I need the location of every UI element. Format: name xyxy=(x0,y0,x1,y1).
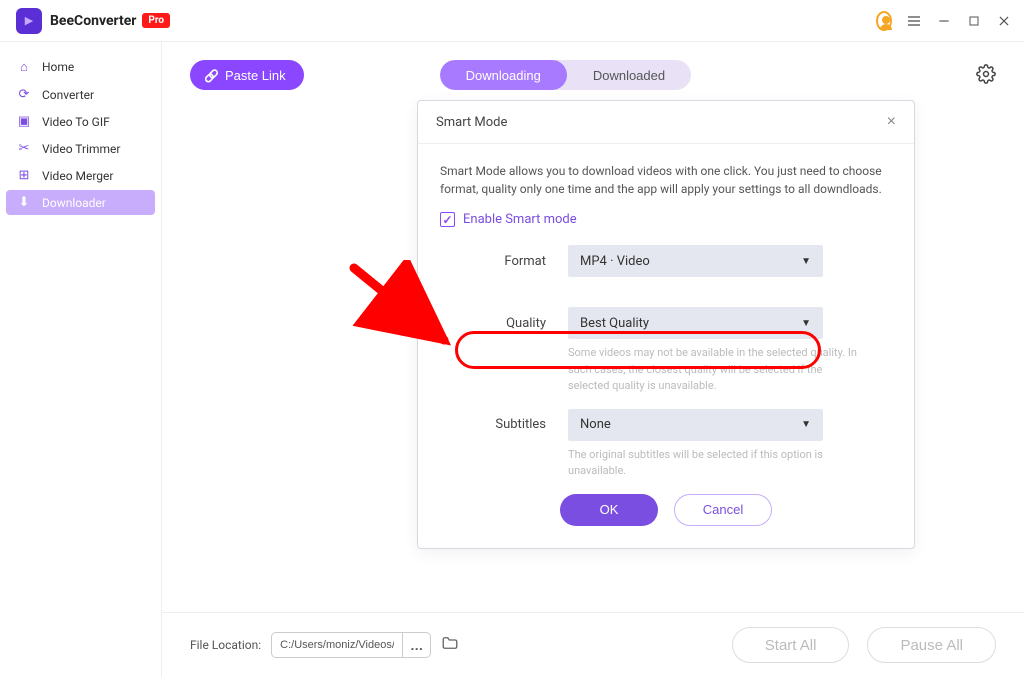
chevron-down-icon: ▼ xyxy=(801,318,811,329)
enable-smart-mode-checkbox[interactable]: ✓ xyxy=(440,212,455,227)
sidebar-item-label: Video Trimmer xyxy=(42,142,120,156)
gif-icon: ▣ xyxy=(16,114,32,129)
subtitles-help-text: The original subtitles will be selected … xyxy=(568,447,858,480)
dialog-description: Smart Mode allows you to download videos… xyxy=(440,162,892,198)
sidebar-item-video-to-gif[interactable]: ▣ Video To GIF xyxy=(6,109,155,134)
enable-smart-mode-label: Enable Smart mode xyxy=(463,212,577,227)
quality-select[interactable]: Best Quality ▼ xyxy=(568,307,823,339)
sidebar-item-label: Video Merger xyxy=(42,169,113,183)
file-location-more-button[interactable]: … xyxy=(402,633,430,657)
sidebar-item-video-trimmer[interactable]: ✂ Video Trimmer xyxy=(6,136,155,161)
path-box: … xyxy=(271,632,431,658)
sidebar-item-home[interactable]: ⌂ Home xyxy=(6,54,155,80)
dialog-close-button[interactable]: × xyxy=(887,113,896,131)
subtitles-label: Subtitles xyxy=(440,417,568,432)
menu-icon[interactable] xyxy=(906,13,922,29)
sidebar-item-label: Video To GIF xyxy=(42,115,110,129)
start-all-button[interactable]: Start All xyxy=(732,627,850,663)
account-icon[interactable] xyxy=(876,13,892,29)
format-label: Format xyxy=(440,254,568,269)
minimize-icon[interactable] xyxy=(936,13,952,29)
settings-button[interactable] xyxy=(976,64,996,87)
link-icon xyxy=(204,68,219,83)
subtitles-select[interactable]: None ▼ xyxy=(568,409,823,441)
app-logo-icon xyxy=(16,8,42,34)
tab-downloaded[interactable]: Downloaded xyxy=(567,60,691,90)
maximize-icon[interactable] xyxy=(966,13,982,29)
content-panel: Paste Link Downloading Downloaded File L… xyxy=(162,42,1024,677)
file-location-input[interactable] xyxy=(272,639,402,651)
gear-icon xyxy=(976,64,996,84)
pause-all-button[interactable]: Pause All xyxy=(867,627,996,663)
subtitles-value: None xyxy=(580,417,611,432)
download-icon: ⬇ xyxy=(16,195,32,210)
sidebar-item-video-merger[interactable]: ⊞ Video Merger xyxy=(6,163,155,188)
download-tabs: Downloading Downloaded xyxy=(440,60,691,90)
merger-icon: ⊞ xyxy=(16,168,32,183)
sidebar-item-label: Converter xyxy=(42,88,94,102)
converter-icon: ⟳ xyxy=(16,87,32,102)
cancel-button[interactable]: Cancel xyxy=(674,494,772,526)
open-folder-icon[interactable] xyxy=(441,634,459,656)
format-value: MP4 · Video xyxy=(580,254,650,269)
chevron-down-icon: ▼ xyxy=(801,419,811,430)
smart-mode-dialog: Smart Mode × Smart Mode allows you to do… xyxy=(417,100,915,549)
app-name: BeeConverter xyxy=(50,13,136,29)
trimmer-icon: ✂ xyxy=(16,141,32,156)
quality-label: Quality xyxy=(440,316,568,331)
dialog-header: Smart Mode × xyxy=(418,101,914,144)
sidebar-item-label: Downloader xyxy=(42,196,106,210)
home-icon: ⌂ xyxy=(16,59,32,75)
sidebar-item-converter[interactable]: ⟳ Converter xyxy=(6,82,155,107)
close-icon[interactable] xyxy=(996,13,1012,29)
toolbar: Paste Link Downloading Downloaded xyxy=(162,42,1024,96)
pro-badge: Pro xyxy=(142,13,170,28)
paste-link-button[interactable]: Paste Link xyxy=(190,60,304,90)
sidebar-item-downloader[interactable]: ⬇ Downloader xyxy=(6,190,155,215)
footer: File Location: … Start All Pause All xyxy=(162,612,1024,677)
quality-help-text: Some videos may not be available in the … xyxy=(568,345,858,395)
paste-link-label: Paste Link xyxy=(225,68,286,83)
title-bar: BeeConverter Pro xyxy=(0,0,1024,42)
quality-value: Best Quality xyxy=(580,316,649,331)
file-location-label: File Location: xyxy=(190,638,261,652)
tab-downloading[interactable]: Downloading xyxy=(440,60,567,90)
chevron-down-icon: ▼ xyxy=(801,256,811,267)
format-select[interactable]: MP4 · Video ▼ xyxy=(568,245,823,277)
sidebar: ⌂ Home ⟳ Converter ▣ Video To GIF ✂ Vide… xyxy=(0,42,162,677)
ok-button[interactable]: OK xyxy=(560,494,658,526)
sidebar-item-label: Home xyxy=(42,60,74,74)
dialog-title: Smart Mode xyxy=(436,115,507,130)
